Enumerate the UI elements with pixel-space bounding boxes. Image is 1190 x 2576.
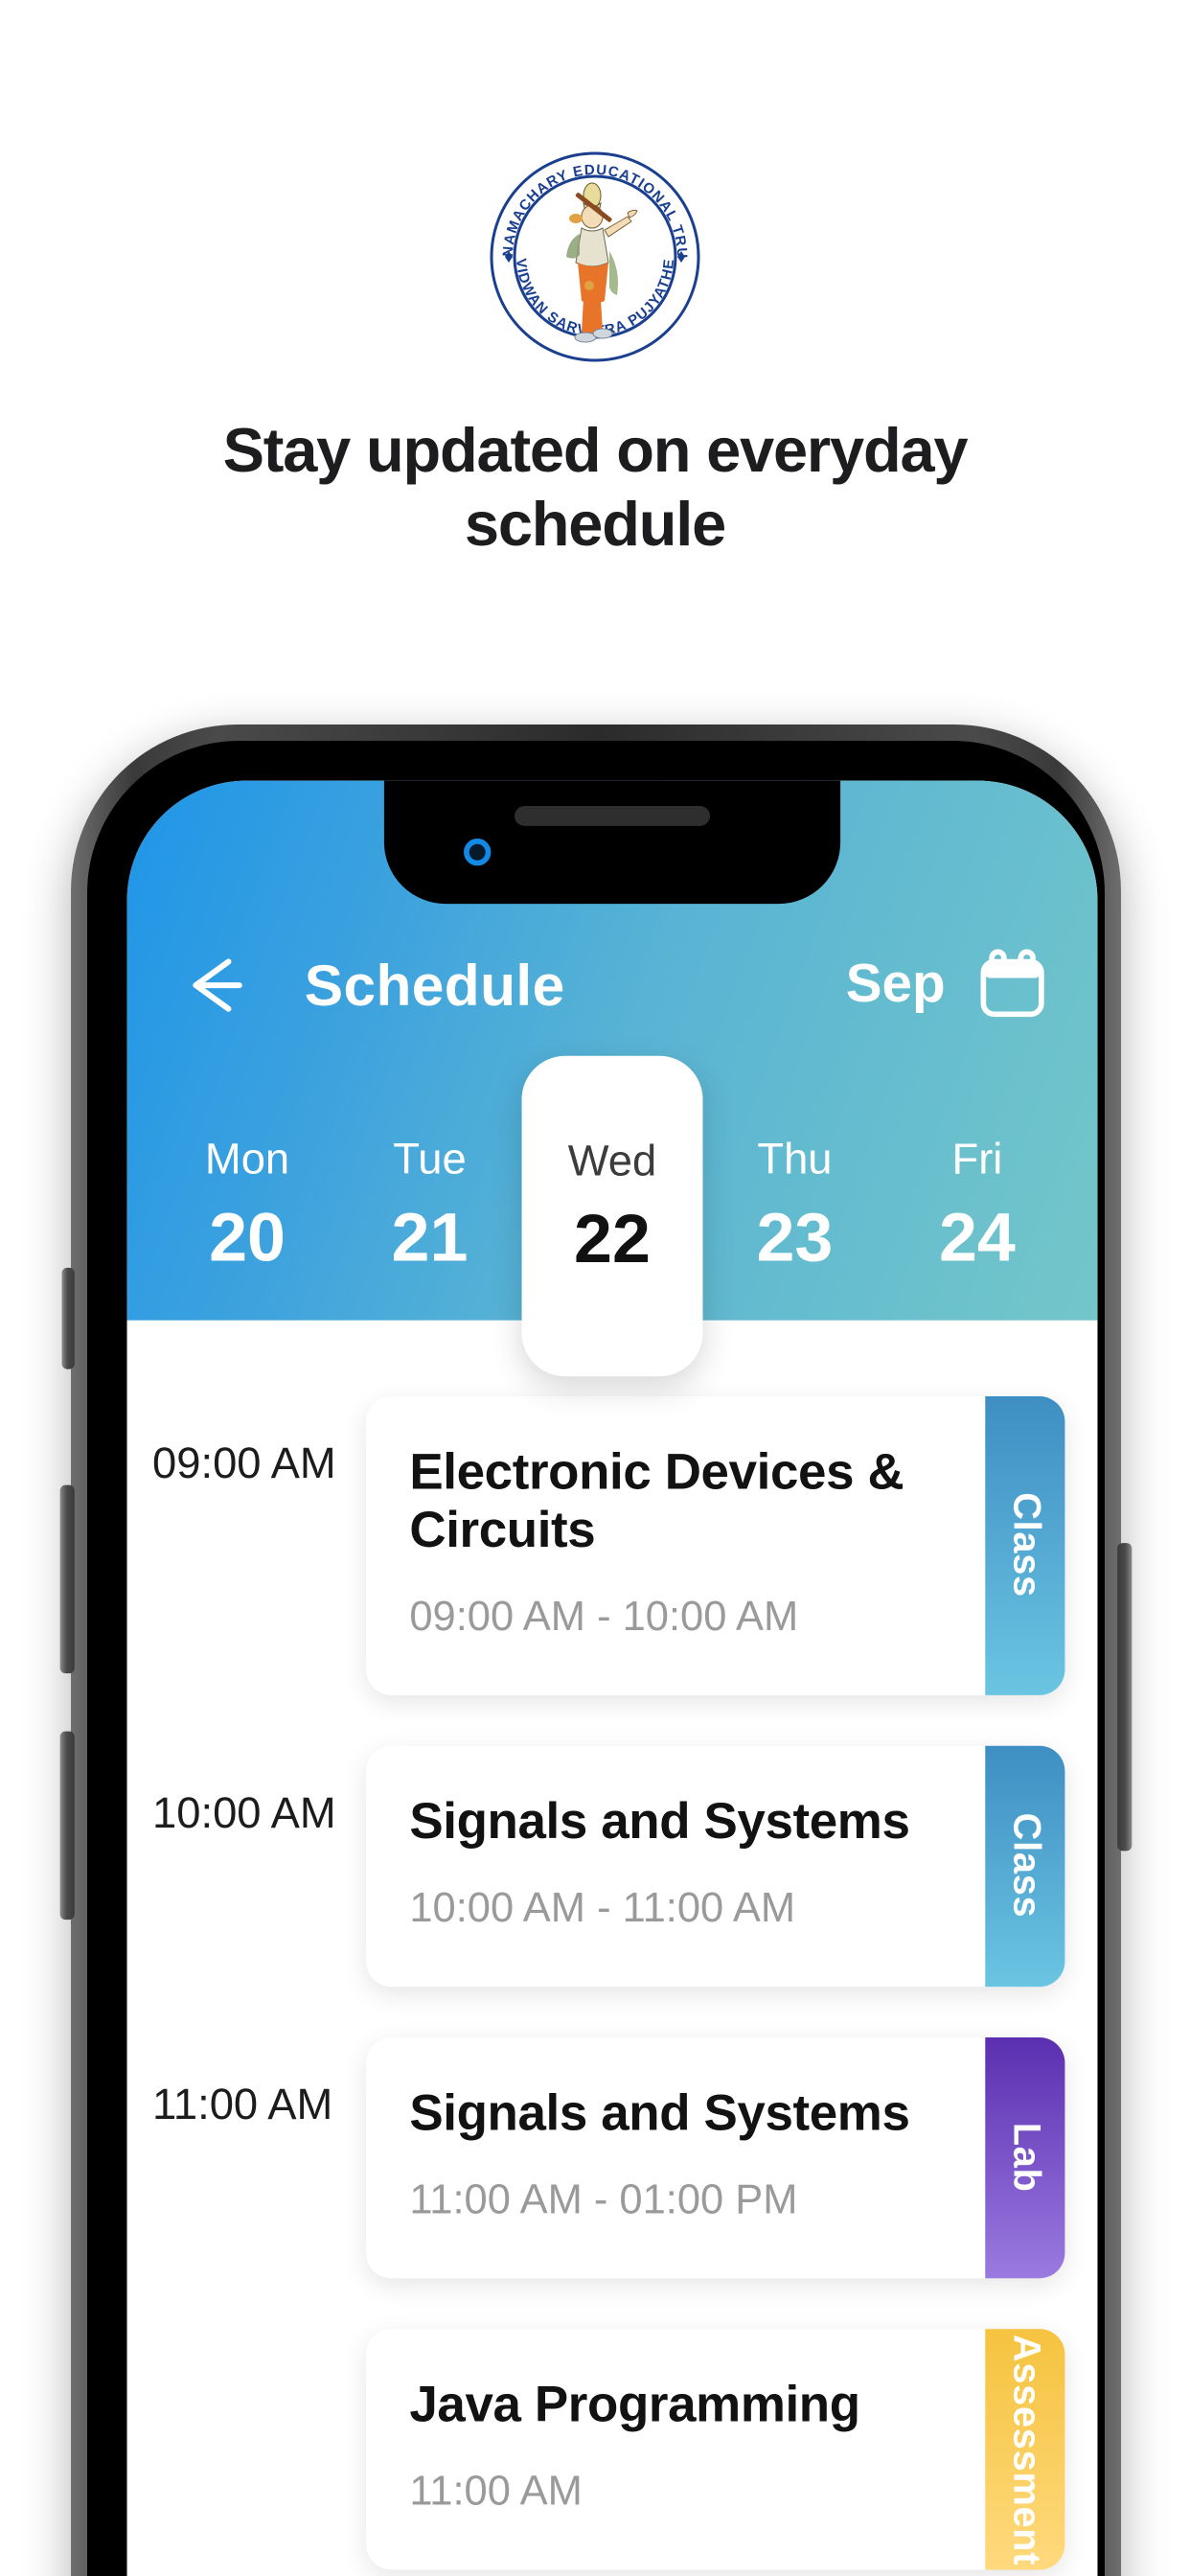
- event-type-tag[interactable]: Assessment: [985, 2329, 1065, 2570]
- event-time-range: 11:00 AM: [409, 2466, 583, 2514]
- earpiece-speaker: [514, 806, 711, 826]
- day-number: 23: [756, 1200, 834, 1277]
- day-number: 24: [938, 1200, 1016, 1277]
- month-label[interactable]: Sep: [846, 954, 946, 1016]
- event-title: Java Programming: [409, 2376, 860, 2432]
- calendar-icon[interactable]: [974, 947, 1050, 1023]
- day-item-mon[interactable]: Mon 20: [156, 1110, 338, 1311]
- day-number: 22: [574, 1202, 651, 1279]
- promo-page: ANNAMACHARY EDUCATIONAL TRUST VIDWAN SAR…: [0, 0, 1190, 2576]
- day-number: 21: [391, 1200, 469, 1277]
- promo-headline: Stay updated on everyday schedule: [222, 415, 969, 559]
- silent-switch[interactable]: [61, 1267, 75, 1369]
- day-item-tue[interactable]: Tue 21: [338, 1110, 520, 1311]
- event-title: Signals and Systems: [409, 1792, 910, 1850]
- schedule-list[interactable]: 09:00 AM Electronic Devices & Circuits 0…: [126, 1320, 1098, 2576]
- day-label: Mon: [204, 1135, 290, 1184]
- volume-down-button[interactable]: [59, 1731, 75, 1920]
- schedule-row[interactable]: 10:00 AM Signals and Systems 10:00 AM - …: [127, 1745, 1098, 1988]
- event-type-tag[interactable]: Lab: [985, 2037, 1065, 2279]
- event-title: Electronic Devices & Circuits: [409, 1443, 904, 1558]
- phone-frame: Schedule Sep Mon 20 Tue 21 Wed 22 Thu 23…: [59, 724, 1133, 2576]
- event-card[interactable]: Signals and Systems 11:00 AM - 01:00 PM …: [366, 2037, 1065, 2279]
- event-card[interactable]: Signals and Systems 10:00 AM - 11:00 AM …: [366, 1745, 1065, 1988]
- volume-up-button[interactable]: [59, 1484, 75, 1674]
- event-time-range: 09:00 AM - 10:00 AM: [409, 1592, 799, 1640]
- day-item-thu[interactable]: Thu 23: [703, 1110, 885, 1311]
- day-number: 20: [209, 1200, 286, 1277]
- event-time-range: 11:00 AM - 01:00 PM: [409, 2174, 798, 2222]
- day-label: Tue: [393, 1135, 467, 1184]
- row-time-label: 10:00 AM: [152, 1789, 336, 1839]
- app-bar: Schedule Sep: [127, 922, 1098, 1048]
- app-bar-actions: Sep: [846, 947, 1051, 1023]
- event-title: Signals and Systems: [409, 2084, 910, 2141]
- event-type-label: Class: [1005, 1493, 1047, 1598]
- event-type-label: Assessment: [1005, 2334, 1047, 2565]
- row-time-label: [152, 2329, 366, 2372]
- event-type-label: Lab: [1005, 2123, 1047, 2194]
- day-label: Thu: [757, 1135, 833, 1184]
- phone-bezel: Schedule Sep Mon 20 Tue 21 Wed 22 Thu 23…: [87, 741, 1105, 2576]
- phone-screen: Schedule Sep Mon 20 Tue 21 Wed 22 Thu 23…: [126, 780, 1098, 2576]
- back-arrow-icon[interactable]: [174, 944, 258, 1027]
- app-title: Schedule: [304, 952, 565, 1018]
- event-type-tag[interactable]: Class: [985, 1396, 1065, 1695]
- day-label: Fri: [951, 1135, 1003, 1184]
- event-card[interactable]: Electronic Devices & Circuits 09:00 AM -…: [366, 1396, 1065, 1695]
- power-button[interactable]: [1117, 1543, 1133, 1852]
- day-item-wed-selected[interactable]: Wed 22: [520, 1055, 704, 1377]
- schedule-row[interactable]: 09:00 AM Electronic Devices & Circuits 0…: [127, 1396, 1098, 1695]
- event-time-range: 10:00 AM - 11:00 AM: [409, 1883, 796, 1931]
- event-card[interactable]: Java Programming 11:00 AM Assessment: [366, 2329, 1065, 2570]
- front-camera-icon: [464, 839, 492, 866]
- phone-notch: [383, 780, 841, 905]
- logo-container: ANNAMACHARY EDUCATIONAL TRUST VIDWAN SAR…: [0, 146, 1190, 368]
- day-selector[interactable]: Mon 20 Tue 21 Wed 22 Thu 23 Fri 24: [127, 1055, 1098, 1377]
- event-type-label: Class: [1005, 1813, 1047, 1920]
- phone-mockup: Schedule Sep Mon 20 Tue 21 Wed 22 Thu 23…: [59, 724, 1133, 2576]
- institution-logo: ANNAMACHARY EDUCATIONAL TRUST VIDWAN SAR…: [484, 146, 706, 368]
- row-time-label: 09:00 AM: [152, 1439, 336, 1489]
- schedule-row[interactable]: Java Programming 11:00 AM Assessment: [127, 2329, 1098, 2570]
- schedule-row[interactable]: 11:00 AM Signals and Systems 11:00 AM - …: [127, 2037, 1098, 2279]
- event-type-tag[interactable]: Class: [985, 1745, 1065, 1988]
- day-item-fri[interactable]: Fri 24: [886, 1110, 1068, 1311]
- row-time-label: 11:00 AM: [152, 2081, 333, 2130]
- day-label: Wed: [567, 1137, 657, 1186]
